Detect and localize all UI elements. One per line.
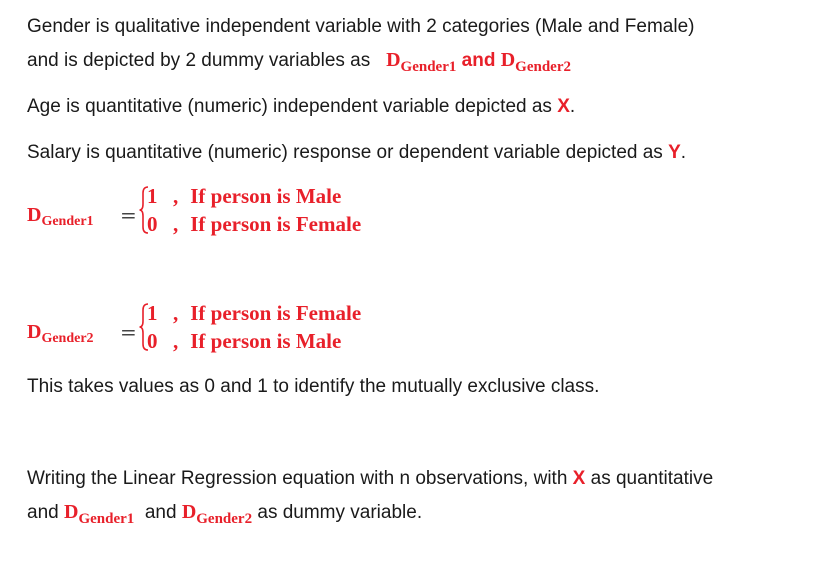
eq2-case2: 0, If person is Male xyxy=(147,329,342,353)
dummy-var-gender2: DGender2 xyxy=(500,49,571,75)
var-x-2: X xyxy=(572,468,586,489)
para2: Age is quantitative (numeric) independen… xyxy=(27,96,576,117)
eq1-lhs: DGender1 xyxy=(27,204,94,229)
and-word: and xyxy=(461,50,496,71)
eq2-case1: 1, If person is Female xyxy=(147,301,362,325)
para3: Salary is quantitative (numeric) respons… xyxy=(27,142,687,163)
para1-line1: Gender is qualitative independent variab… xyxy=(27,16,695,37)
para1-line2-text: and is depicted by 2 dummy variables as xyxy=(27,50,371,71)
para4: This takes values as 0 and 1 to identify… xyxy=(27,376,600,397)
dummy-var-gender2-2: DGender2 xyxy=(181,501,253,527)
para5-line1: Writing the Linear Regression equation w… xyxy=(27,468,714,489)
eq2-lhs: DGender2 xyxy=(27,321,94,346)
para1-line2: and is depicted by 2 dummy variables as … xyxy=(27,48,571,75)
eq1-case1: 1, If person is Male xyxy=(147,184,342,208)
var-x: X xyxy=(557,96,570,117)
dummy-var-gender1: DGender1 xyxy=(386,49,457,75)
eq1-case2: 0, If person is Female xyxy=(147,212,362,236)
eq2-equals: = xyxy=(120,320,137,344)
dummy-var-gender1-2: DGender1 xyxy=(63,501,135,527)
eq1-equals: = xyxy=(120,203,137,227)
equation-gender2: DGender2 = 1, If person is Female 0, If … xyxy=(27,301,447,363)
para5-line2: and DGender1 and DGender2 as dummy varia… xyxy=(27,501,423,527)
equation-gender1: DGender1 = 1, If person is Male 0, If pe… xyxy=(27,184,447,246)
var-y: Y xyxy=(668,142,681,163)
